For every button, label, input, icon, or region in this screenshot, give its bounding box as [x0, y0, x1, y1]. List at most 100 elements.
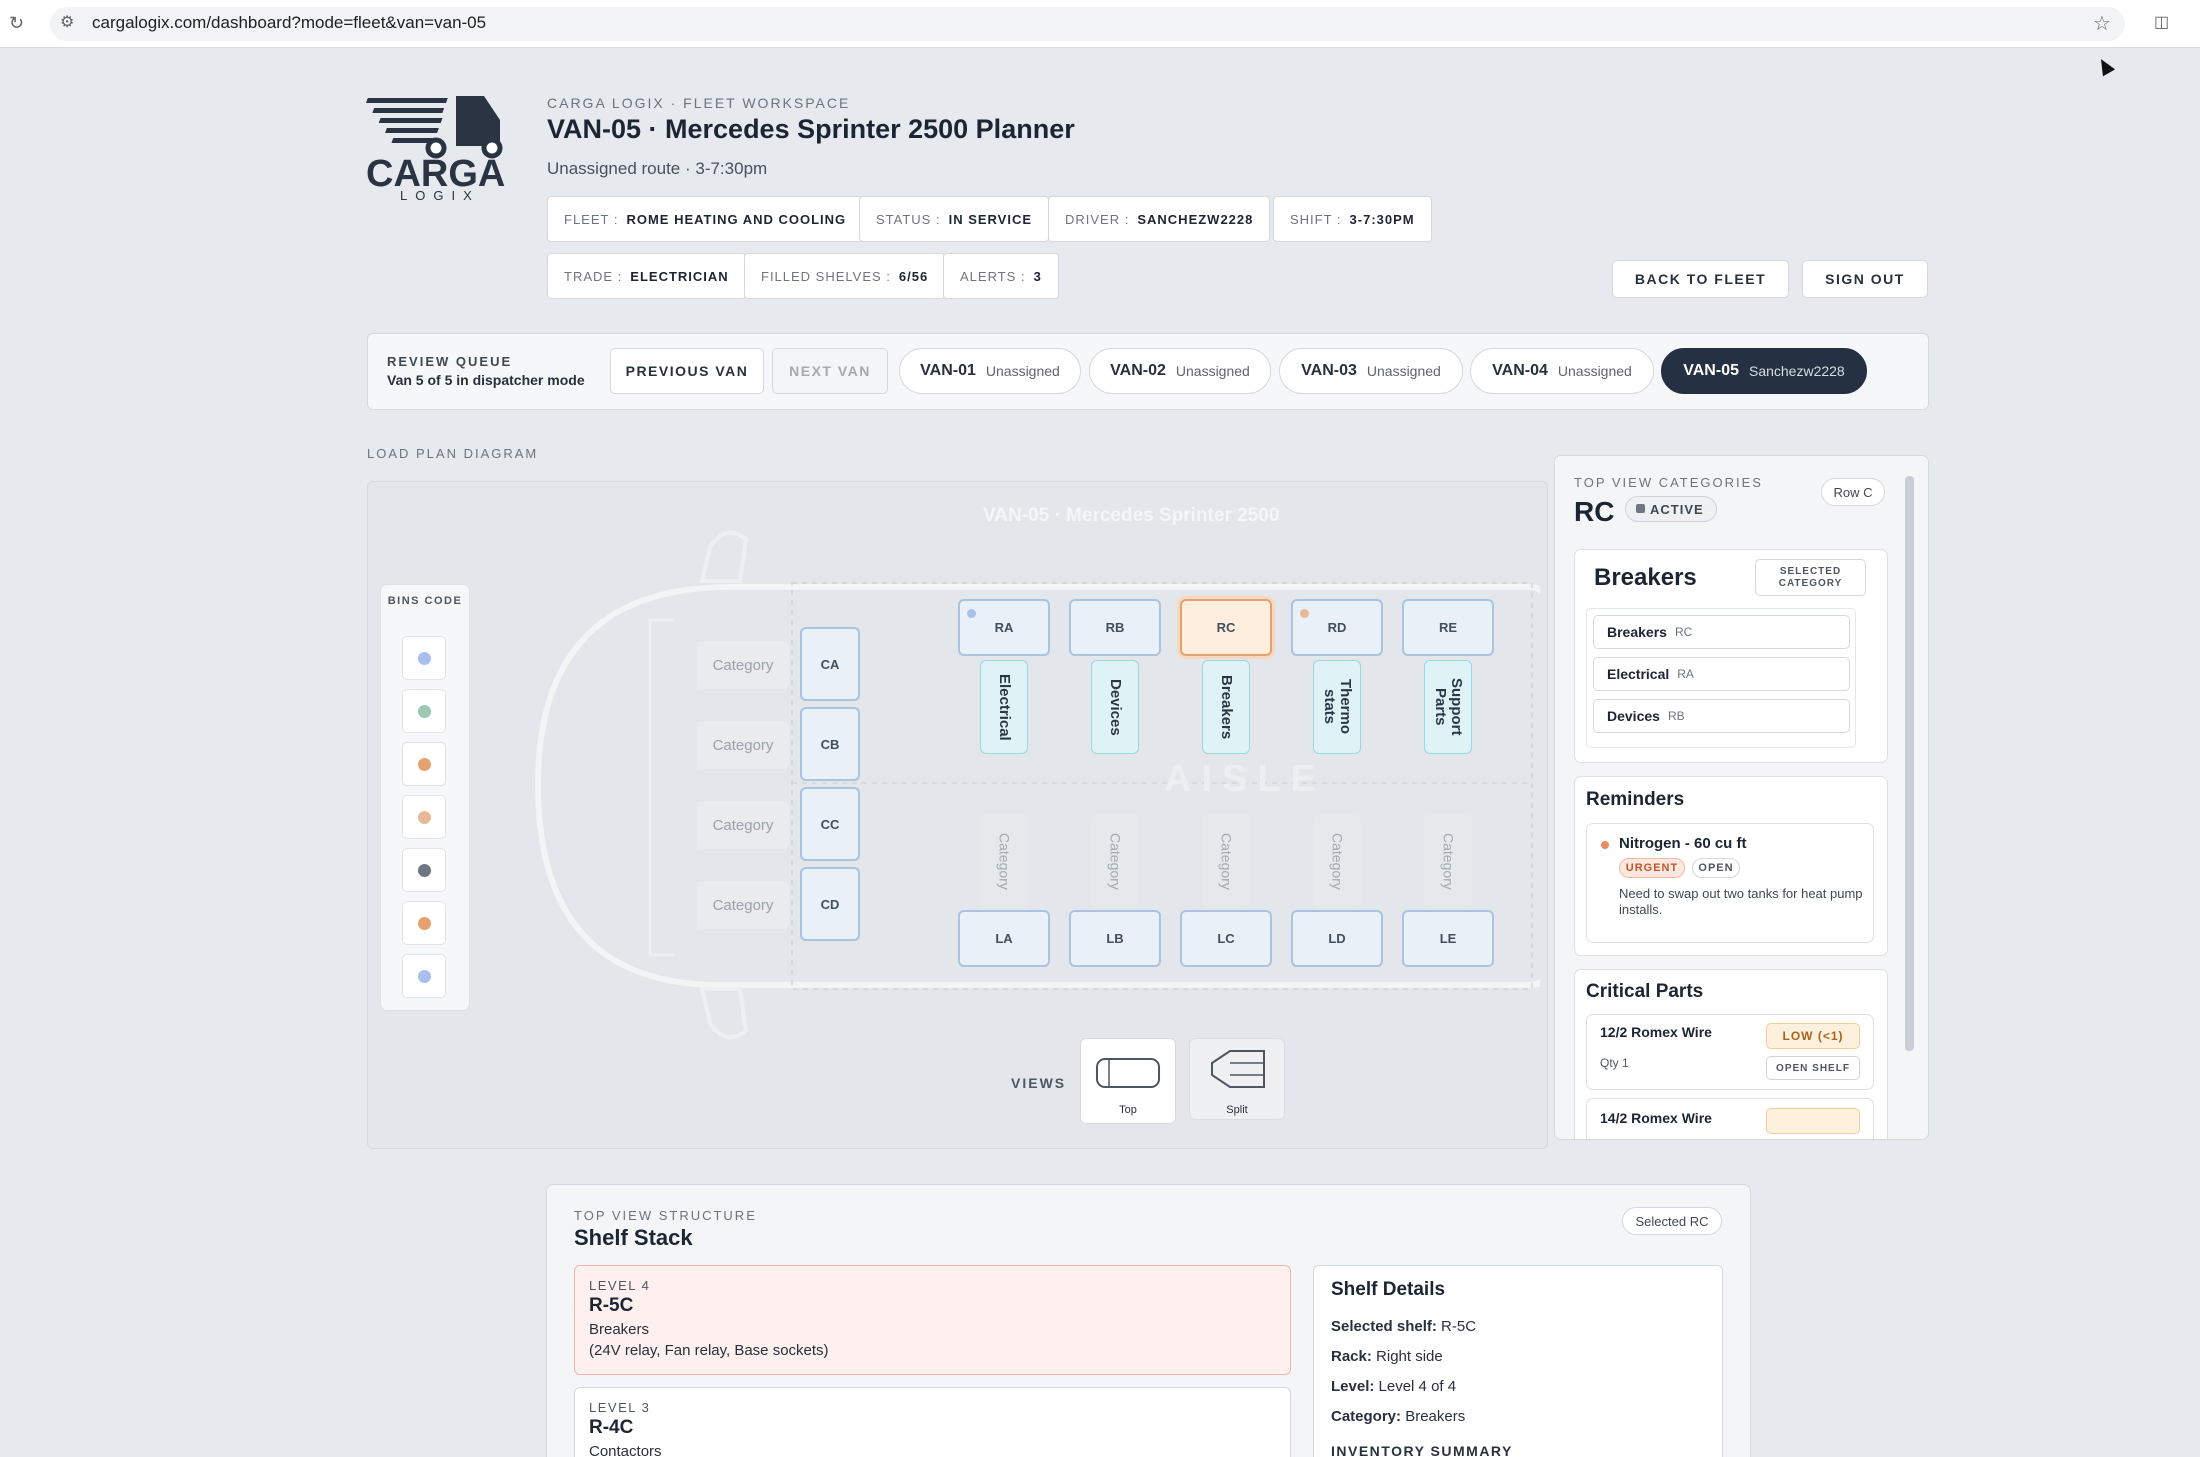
category-code: RA: [1677, 667, 1694, 681]
panel-scroll-track[interactable]: [1905, 476, 1914, 1051]
left-bin-lb[interactable]: LB: [1069, 910, 1161, 967]
alerts-chip: ALERTS : 3: [943, 253, 1059, 299]
cab-bin-cc[interactable]: CC: [800, 787, 860, 861]
legend-swatch[interactable]: [402, 848, 446, 892]
legend-title: BINS CODE: [387, 595, 463, 607]
category-text: Breakers: [1217, 674, 1235, 740]
category-item-breakers[interactable]: Breakers RC: [1593, 615, 1850, 649]
left-bin-category[interactable]: Category: [1313, 814, 1361, 908]
shelf-items: (24V relay, Fan relay, Base sockets): [589, 1342, 829, 1359]
right-bin-rb[interactable]: RB: [1069, 599, 1161, 656]
van-driver: Sanchezw2228: [1748, 363, 1845, 379]
reminders-title: Reminders: [1586, 789, 1685, 810]
chip-value: ROME HEATING AND COOLING: [626, 211, 847, 227]
chip-value: 3: [1033, 268, 1042, 284]
cab-bin-ca[interactable]: CA: [800, 627, 860, 701]
previous-van-button[interactable]: PREVIOUS VAN: [610, 348, 764, 394]
level-label: LEVEL 4: [589, 1278, 651, 1293]
selected-shelf-badge: Selected RC: [1622, 1207, 1722, 1235]
reminder-title: Nitrogen - 60 cu ft: [1619, 835, 1747, 852]
bookmark-star-icon[interactable]: ☆: [2093, 11, 2111, 36]
right-bin-ra[interactable]: RA: [958, 599, 1050, 656]
urgent-dot-icon: [1601, 841, 1609, 849]
load-plan-label: LOAD PLAN DIAGRAM: [367, 446, 539, 461]
category-name: Breakers: [1607, 624, 1667, 640]
left-bin-ld[interactable]: LD: [1291, 910, 1383, 967]
category-item-devices[interactable]: Devices RB: [1593, 699, 1850, 733]
right-bin-rd[interactable]: RD: [1291, 599, 1383, 656]
cab-category-label: Category: [697, 721, 789, 769]
part-qty: Qty 1: [1600, 1056, 1629, 1070]
van-04-pill[interactable]: VAN-04 Unassigned: [1470, 348, 1654, 394]
left-bin-le[interactable]: LE: [1402, 910, 1494, 967]
cab-category-label: Category: [697, 641, 789, 689]
category-item-electrical[interactable]: Electrical RA: [1593, 657, 1850, 691]
driver-chip: DRIVER : SANCHEZW2228: [1048, 196, 1271, 242]
legend-swatch[interactable]: [402, 901, 446, 945]
chip-value: 6/56: [898, 268, 929, 284]
next-van-button[interactable]: NEXT VAN: [772, 348, 888, 394]
van-02-pill[interactable]: VAN-02 Unassigned: [1089, 348, 1271, 394]
cab-bin-cb[interactable]: CB: [800, 707, 860, 781]
right-bin-category[interactable]: Thermo stats: [1313, 660, 1361, 754]
page-title: VAN-05 · Mercedes Sprinter 2500 Planner: [547, 114, 1075, 144]
open-shelf-button[interactable]: OPEN SHELF: [1766, 1056, 1860, 1080]
legend-swatch[interactable]: [402, 636, 446, 680]
right-bin-category[interactable]: Support Parts: [1424, 660, 1472, 754]
van-05-pill[interactable]: VAN-05 Sanchezw2228: [1661, 348, 1867, 394]
panel-scrollbar-thumb[interactable]: [1905, 476, 1914, 1051]
chip-value: ELECTRICIAN: [630, 268, 729, 284]
legend-swatch[interactable]: [402, 742, 446, 786]
shelf-details-title: Shelf Details: [1331, 1279, 1446, 1300]
part-name: 12/2 Romex Wire: [1600, 1024, 1712, 1040]
split-view-button[interactable]: Split: [1189, 1038, 1285, 1120]
side-panel-icon[interactable]: ◫: [2154, 12, 2169, 32]
cab-bin-cd[interactable]: CD: [800, 867, 860, 941]
top-view-button[interactable]: Top: [1080, 1038, 1176, 1124]
mouse-cursor-icon: [2094, 55, 2116, 77]
open-tag: OPEN: [1692, 858, 1740, 878]
chip-label: STATUS :: [876, 211, 941, 227]
left-bin-category[interactable]: Category: [1091, 814, 1139, 908]
page-subtitle: Unassigned route · 3-7:30pm: [547, 159, 768, 178]
category-text: Electrical: [995, 673, 1013, 741]
van-03-pill[interactable]: VAN-03 Unassigned: [1279, 348, 1463, 394]
aisle-label: AISLE: [1164, 758, 1326, 800]
site-settings-icon[interactable]: ⚙: [60, 12, 74, 32]
legend-dot-icon: [417, 757, 431, 771]
category-text: Category: [1440, 832, 1457, 890]
chip-label: FLEET :: [564, 211, 619, 227]
selected-bin-code: RC: [1574, 496, 1615, 527]
filled-shelves-chip: FILLED SHELVES : 6/56: [744, 253, 946, 299]
left-bin-la[interactable]: LA: [958, 910, 1050, 967]
right-bin-rc[interactable]: RC: [1180, 599, 1272, 656]
reload-icon[interactable]: ↻: [9, 13, 24, 34]
category-text: Thermo stats: [1321, 679, 1354, 735]
shelf-level-3[interactable]: [574, 1387, 1291, 1457]
workspace-eyebrow: CARGA LOGIX · FLEET WORKSPACE: [547, 95, 851, 111]
van-id: VAN-04: [1492, 362, 1548, 379]
shelf-code: R-5C: [589, 1295, 634, 1316]
left-bin-category[interactable]: Category: [1202, 814, 1250, 908]
van-01-pill[interactable]: VAN-01 Unassigned: [899, 348, 1081, 394]
right-bin-re[interactable]: RE: [1402, 599, 1494, 656]
van-driver: Unassigned: [1175, 363, 1250, 379]
detail-row: Rack: Right side: [1331, 1348, 1443, 1365]
category-side-panel: TOP VIEW CATEGORIES Row C RC ACTIVE Brea…: [1554, 455, 1929, 1140]
category-text: Category: [1329, 832, 1346, 890]
sign-out-button[interactable]: SIGN OUT: [1802, 260, 1928, 298]
legend-swatch[interactable]: [402, 795, 446, 839]
back-to-fleet-button[interactable]: BACK TO FLEET: [1612, 260, 1789, 298]
url-text[interactable]: cargalogix.com/dashboard?mode=fleet&van=…: [92, 13, 486, 33]
van-top-icon: [1096, 1058, 1160, 1088]
left-bin-lc[interactable]: LC: [1180, 910, 1272, 967]
left-bin-category[interactable]: Category: [980, 814, 1028, 908]
right-bin-category[interactable]: Breakers: [1202, 660, 1250, 754]
legend-swatch[interactable]: [402, 689, 446, 733]
van-diagram-title: VAN-05 · Mercedes Sprinter 2500: [983, 505, 1280, 526]
right-bin-category[interactable]: Electrical: [980, 660, 1028, 754]
legend-dot-icon: [417, 916, 431, 930]
legend-swatch[interactable]: [402, 954, 446, 998]
right-bin-category[interactable]: Devices: [1091, 660, 1139, 754]
left-bin-category[interactable]: Category: [1424, 814, 1472, 908]
